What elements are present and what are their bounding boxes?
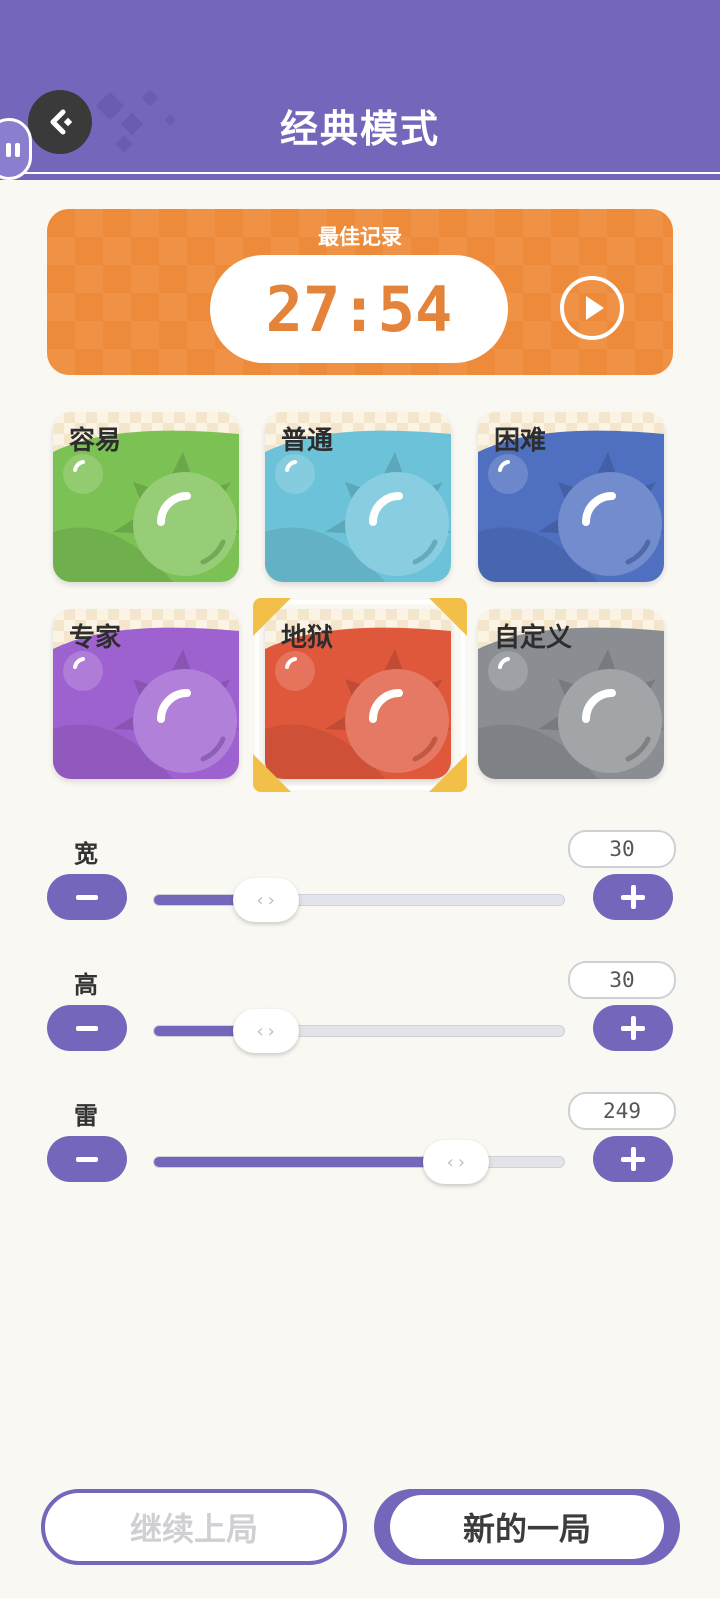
param-label: 宽 (74, 840, 98, 868)
param-value-field[interactable]: 249 (568, 1092, 676, 1130)
param-slider-thumb[interactable]: ‹› (232, 878, 299, 922)
mode-label: 自定义 (494, 623, 573, 653)
decrease-button[interactable] (47, 874, 127, 920)
minus-icon (76, 1025, 98, 1031)
decrease-button[interactable] (47, 1005, 127, 1051)
continue-game-label: 继续上局 (129, 1510, 258, 1548)
mode-tile-3[interactable]: 困难 (478, 412, 664, 582)
mode-tile-4[interactable]: 专家 (53, 609, 239, 779)
param-slider-track[interactable] (153, 1025, 565, 1037)
param-slider-thumb[interactable]: ‹› (422, 1140, 489, 1184)
new-game-label: 新的一局 (462, 1510, 591, 1548)
selection-corner (253, 754, 291, 792)
param-slider-track[interactable] (153, 894, 565, 906)
mode-label: 困难 (494, 426, 547, 456)
minus-icon (76, 1156, 98, 1162)
plus-icon (621, 1147, 645, 1171)
minus-icon (76, 894, 98, 900)
new-game-button[interactable]: 新的一局 (374, 1489, 680, 1565)
param-value-field[interactable]: 30 (568, 830, 676, 868)
param-label: 雷 (74, 1102, 98, 1130)
param-label: 高 (74, 971, 98, 999)
mode-label: 专家 (69, 623, 122, 653)
increase-button[interactable] (593, 1136, 673, 1182)
best-record-card: 最佳记录 27:54 (47, 209, 673, 375)
increase-button[interactable] (593, 1005, 673, 1051)
mode-tile-1[interactable]: 容易 (53, 412, 239, 582)
increase-button[interactable] (593, 874, 673, 920)
selected-mode-frame (253, 598, 467, 792)
selection-corner (429, 598, 467, 636)
mode-tile-2[interactable]: 普通 (265, 412, 451, 582)
param-slider-track[interactable] (153, 1156, 565, 1168)
plus-icon (621, 885, 645, 909)
mode-tile-6[interactable]: 自定义 (478, 609, 664, 779)
mode-label: 容易 (69, 426, 122, 456)
header-underline (0, 174, 720, 180)
selection-corner (429, 754, 467, 792)
selection-corner (253, 598, 291, 636)
best-time-display: 27:54 (210, 255, 508, 363)
decrease-button[interactable] (47, 1136, 127, 1182)
page-title: 经典模式 (279, 107, 440, 151)
param-slider-thumb[interactable]: ‹› (232, 1009, 299, 1053)
best-time-value: 27:54 (265, 272, 453, 346)
plus-icon (621, 1016, 645, 1040)
param-value-field[interactable]: 30 (568, 961, 676, 999)
continue-game-button[interactable]: 继续上局 (41, 1489, 347, 1565)
mode-label: 普通 (281, 426, 334, 456)
param-slider-fill (154, 1157, 457, 1167)
replay-button[interactable] (560, 276, 624, 340)
play-icon (586, 296, 604, 320)
best-record-label: 最佳记录 (318, 225, 402, 249)
